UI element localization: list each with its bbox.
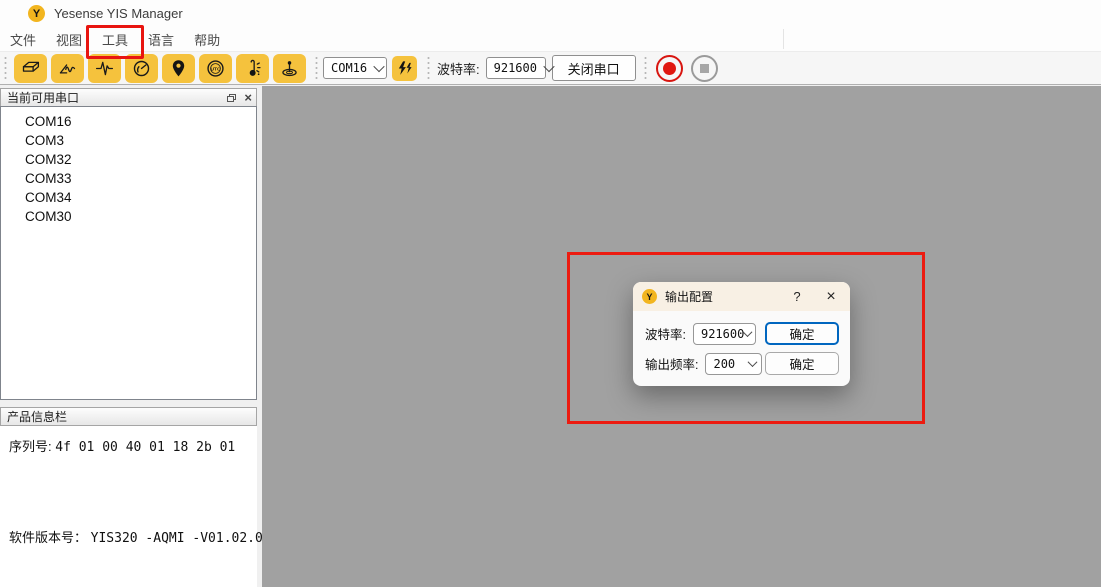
attitude-wave-button[interactable] (51, 54, 84, 83)
close-serial-port-button[interactable]: 关闭串口 (552, 55, 636, 81)
location-pin-icon (168, 58, 189, 79)
temperature-button[interactable] (236, 54, 269, 83)
dialog-close-icon[interactable]: × (820, 289, 842, 305)
refresh-ports-button[interactable] (392, 56, 417, 81)
gauge-button[interactable] (125, 54, 158, 83)
list-item-port[interactable]: COM3 (1, 131, 256, 150)
list-item-port[interactable]: COM32 (1, 150, 256, 169)
list-item-port[interactable]: COM33 (1, 169, 256, 188)
menu-item-view[interactable]: 视图 (46, 27, 92, 52)
view-3d-button[interactable] (14, 54, 47, 83)
ports-panel-header: 当前可用串口 × (0, 88, 257, 107)
dialog-output-rate-confirm-button[interactable]: 确定 (765, 352, 839, 375)
software-version-label: 软件版本号： (9, 530, 87, 545)
dialog-baud-confirm-button[interactable]: 确定 (765, 322, 839, 345)
angle-wave-icon (57, 58, 78, 79)
cube-3d-icon (20, 58, 41, 79)
software-version-line: 软件版本号： YIS320 -AQMI -V01.02.03; (9, 527, 278, 546)
com-port-value: COM16 (331, 61, 367, 75)
available-ports-list: COM16 COM3 COM32 COM33 COM34 COM30 (0, 106, 257, 400)
list-item-port[interactable]: COM34 (1, 188, 256, 207)
baud-rate-value: 921600 (494, 61, 537, 75)
list-item-port[interactable]: COM16 (1, 112, 256, 131)
ports-panel-title: 当前可用串口 (7, 89, 79, 106)
menu-bar-divider (783, 29, 784, 49)
software-version-value: YIS320 -AQMI -V01.02.03; (91, 531, 279, 546)
info-panel-header: 产品信息栏 (0, 407, 257, 426)
chevron-down-icon (748, 357, 758, 367)
chevron-down-icon (743, 327, 753, 337)
pin-base-icon (279, 58, 300, 79)
window-title: Yesense YIS Manager (54, 6, 183, 21)
baud-rate-row: 波特率: 921600 确定 (645, 322, 839, 345)
menu-item-file[interactable]: 文件 (0, 27, 46, 52)
output-config-dialog: Y 输出配置 ? × 波特率: 921600 确定 输出频率: 200 确定 (633, 282, 850, 386)
toolbar-drag-handle[interactable] (643, 56, 648, 80)
title-bar: Y Yesense YIS Manager (0, 0, 1101, 27)
app-window: { "window": { "title": "Yesense YIS Mana… (0, 0, 1101, 587)
app-logo-icon: Y (28, 5, 45, 22)
gauge-icon (131, 58, 152, 79)
waveform-button[interactable] (88, 54, 121, 83)
dialog-title: 输出配置 (665, 288, 713, 305)
pulse-wave-icon (94, 58, 115, 79)
dialog-output-rate-value: 200 (713, 357, 735, 371)
close-panel-icon[interactable]: × (244, 93, 252, 103)
baud-rate-label: 波特率: (437, 59, 480, 78)
toolbar-drag-handle[interactable] (426, 56, 431, 80)
refresh-bolts-icon (396, 60, 413, 77)
info-panel-title: 产品信息栏 (7, 408, 67, 425)
dialog-baud-select[interactable]: 921600 (693, 323, 756, 345)
menu-item-tools-label: 工具 (102, 33, 128, 48)
product-info-body: 序列号: 4f 01 00 40 01 18 2b 01 软件版本号： YIS3… (0, 426, 257, 587)
toolbar-drag-handle[interactable] (3, 56, 8, 80)
baud-rate-select[interactable]: 921600 (486, 57, 546, 79)
magnetic-pin-button[interactable] (273, 54, 306, 83)
float-panel-icon[interactable] (227, 94, 236, 102)
chevron-down-icon (373, 61, 384, 72)
left-dock: 当前可用串口 × COM16 COM3 COM32 COM33 COM34 CO… (0, 85, 259, 587)
serial-number-line: 序列号: 4f 01 00 40 01 18 2b 01 (9, 436, 235, 455)
com-port-select[interactable]: COM16 (323, 57, 387, 79)
thermometer-icon (242, 58, 263, 79)
menu-item-tools[interactable]: 工具 (92, 27, 138, 52)
menu-item-language[interactable]: 语言 (138, 27, 184, 52)
dialog-body: 波特率: 921600 确定 输出频率: 200 确定 (633, 311, 850, 375)
utc-clock-icon: UTC (205, 58, 226, 79)
dialog-baud-label: 波特率: (645, 324, 686, 343)
dialog-app-icon: Y (642, 289, 657, 304)
dialog-output-rate-label: 输出频率: (645, 354, 698, 373)
svg-text:UTC: UTC (210, 66, 221, 72)
list-item-port[interactable]: COM30 (1, 207, 256, 226)
toolbar: UTC COM16 (0, 51, 1101, 85)
stop-button[interactable] (691, 55, 718, 82)
record-button[interactable] (656, 55, 683, 82)
menu-bar: 文件 视图 工具 语言 帮助 (0, 27, 1101, 51)
serial-number-label: 序列号: (9, 439, 52, 454)
dialog-baud-value: 921600 (701, 327, 744, 341)
output-rate-row: 输出频率: 200 确定 (645, 352, 839, 375)
toolbar-drag-handle[interactable] (314, 56, 319, 80)
serial-number-value: 4f 01 00 40 01 18 2b 01 (55, 440, 235, 455)
menu-item-help[interactable]: 帮助 (184, 27, 230, 52)
dialog-output-rate-select[interactable]: 200 (705, 353, 762, 375)
dialog-title-bar[interactable]: Y 输出配置 ? × (633, 282, 850, 311)
utc-time-button[interactable]: UTC (199, 54, 232, 83)
location-button[interactable] (162, 54, 195, 83)
dialog-help-button[interactable]: ? (788, 289, 806, 304)
